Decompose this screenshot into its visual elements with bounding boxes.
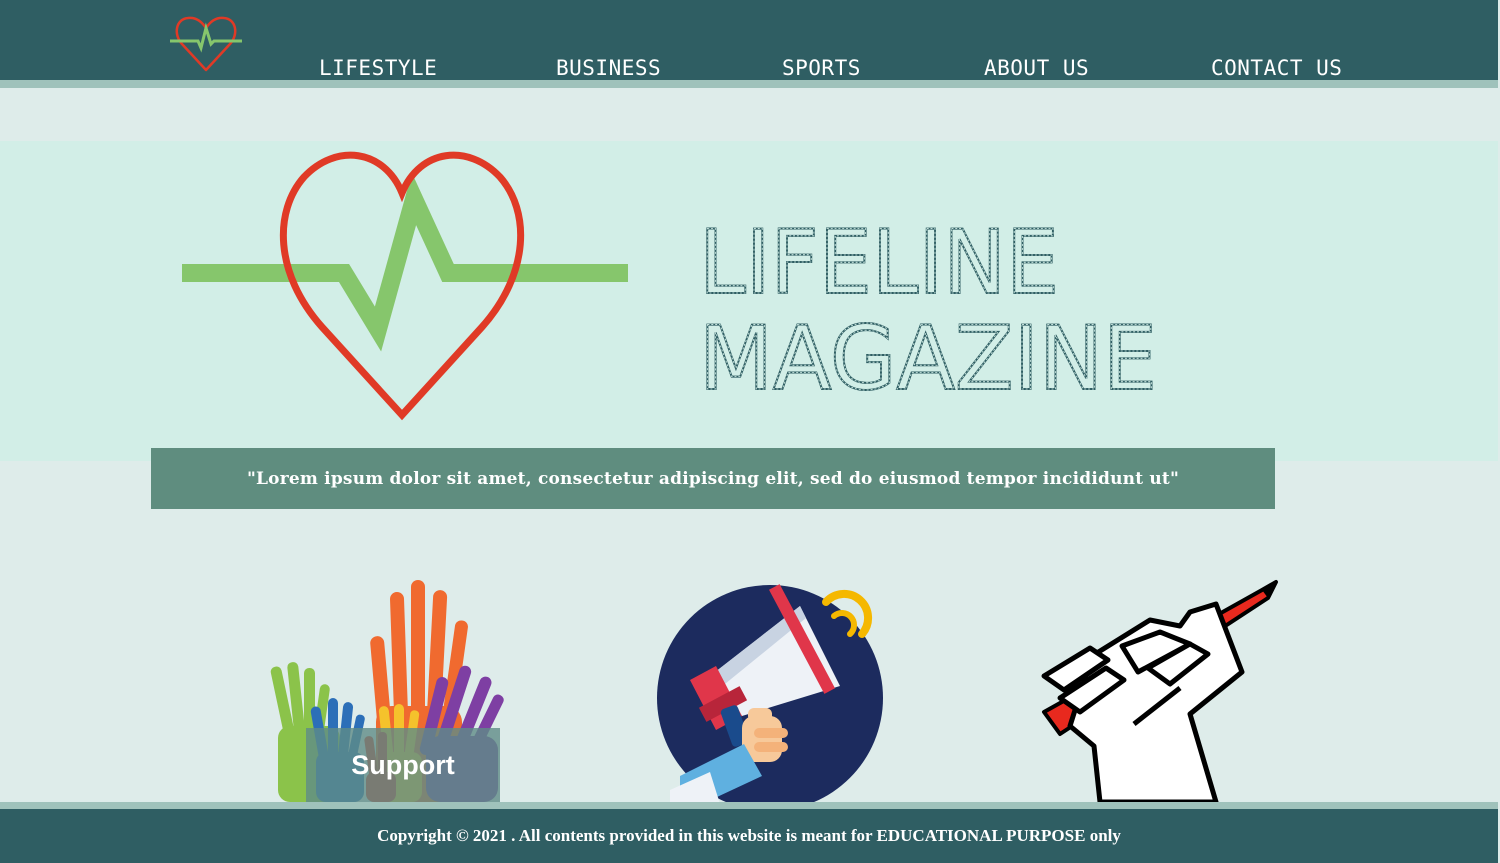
- quote-text: "Lorem ipsum dolor sit amet, consectetur…: [246, 468, 1180, 489]
- nav-business[interactable]: BUSINESS: [556, 56, 661, 80]
- heartbeat-logo-icon[interactable]: [168, 14, 244, 74]
- site-footer: Copyright © 2021 . All contents provided…: [0, 809, 1498, 863]
- heartbeat-heart-icon: [182, 151, 628, 421]
- title-line-1-inner: LIFELINE: [699, 219, 1059, 314]
- site-header: LIFESTYLE BUSINESS SPORTS ABOUT US CONTA…: [0, 0, 1498, 80]
- support-label: Support: [351, 749, 455, 780]
- nav-sports[interactable]: SPORTS: [782, 56, 861, 80]
- nav-about-us[interactable]: ABOUT US: [984, 56, 1089, 80]
- header-divider: [0, 80, 1498, 88]
- nav-contact-us[interactable]: CONTACT US: [1211, 56, 1342, 80]
- copyright-text: Copyright © 2021 . All contents provided…: [377, 826, 1121, 845]
- hero-banner: LIFELINE LIFELINE LIFELINE MAGAZINE MAGA…: [0, 141, 1498, 461]
- quote-banner: "Lorem ipsum dolor sit amet, consectetur…: [151, 448, 1275, 509]
- nav-lifestyle[interactable]: LIFESTYLE: [319, 56, 437, 80]
- title-line-2-inner: MAGAZINE: [699, 307, 1157, 399]
- megaphone-icon: [657, 584, 883, 804]
- support-button[interactable]: Support: [306, 728, 500, 802]
- magazine-title: LIFELINE LIFELINE LIFELINE MAGAZINE MAGA…: [698, 219, 1158, 399]
- fist-pen-icon: [1041, 580, 1278, 804]
- footer-divider: [0, 802, 1498, 809]
